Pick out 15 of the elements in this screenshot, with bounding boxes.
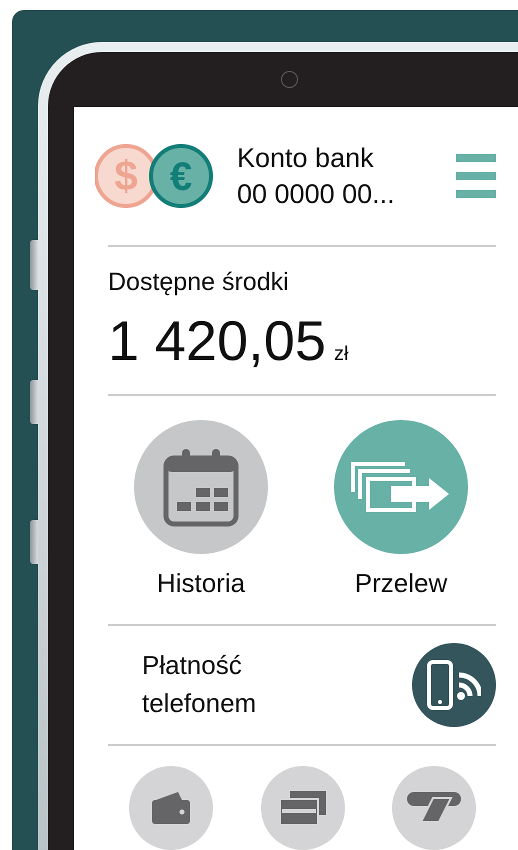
balance-amount: 1 420,05 bbox=[108, 308, 326, 374]
balance-label: Dostępne środki bbox=[108, 266, 290, 297]
currency: zł bbox=[334, 342, 348, 366]
wallet-icon bbox=[152, 792, 190, 824]
action-label[interactable]: Historia bbox=[156, 568, 246, 599]
camera-icon bbox=[280, 71, 298, 88]
phone-wireless-icon bbox=[427, 660, 481, 710]
account-number: 00 0000 00... bbox=[237, 178, 396, 210]
cards-icon bbox=[280, 791, 326, 825]
banknotes-arrow-icon bbox=[351, 462, 451, 512]
cash-slot-icon bbox=[407, 792, 461, 824]
calendar-icon bbox=[163, 446, 239, 528]
account-name: Konto bank bbox=[237, 142, 375, 174]
phone-payment-label[interactable]: Płatność telefonem bbox=[142, 647, 256, 723]
action-label[interactable]: Przelew bbox=[354, 568, 448, 599]
